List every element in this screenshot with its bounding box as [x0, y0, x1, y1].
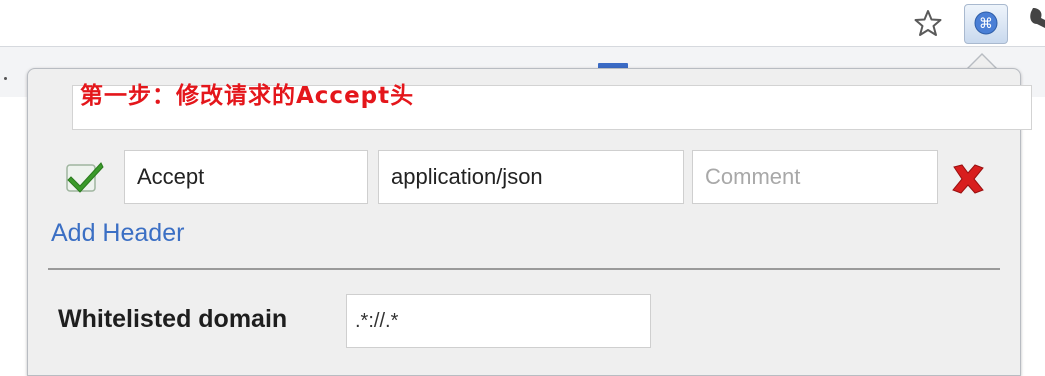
enabled-checkbox-icon[interactable] [65, 159, 105, 195]
wrench-icon[interactable] [1025, 6, 1045, 36]
whitelisted-domain-label: Whitelisted domain [58, 305, 288, 333]
svg-text:⌘: ⌘ [979, 16, 993, 32]
modheader-popup: 第一步：修改请求的Accept头 Add Header Whitelisted … [27, 68, 1032, 376]
modheader-extension-button[interactable]: ⌘ [964, 4, 1008, 44]
add-header-link[interactable]: Add Header [51, 219, 184, 248]
header-name-input[interactable] [124, 150, 368, 204]
section-divider [48, 268, 1000, 270]
browser-toolbar: ⌘ [0, 0, 1045, 46]
header-comment-input[interactable] [692, 150, 938, 204]
bookmark-star-icon[interactable] [914, 9, 942, 37]
extension-icon: ⌘ [974, 11, 998, 35]
delete-header-icon[interactable] [950, 163, 986, 195]
annotation-text: 第一步：修改请求的Accept头 [80, 83, 415, 109]
whitelisted-domain-input[interactable] [346, 294, 651, 348]
bookmark-separator [4, 77, 7, 80]
header-value-input[interactable] [378, 150, 684, 204]
popup-pointer-fill [968, 55, 996, 69]
